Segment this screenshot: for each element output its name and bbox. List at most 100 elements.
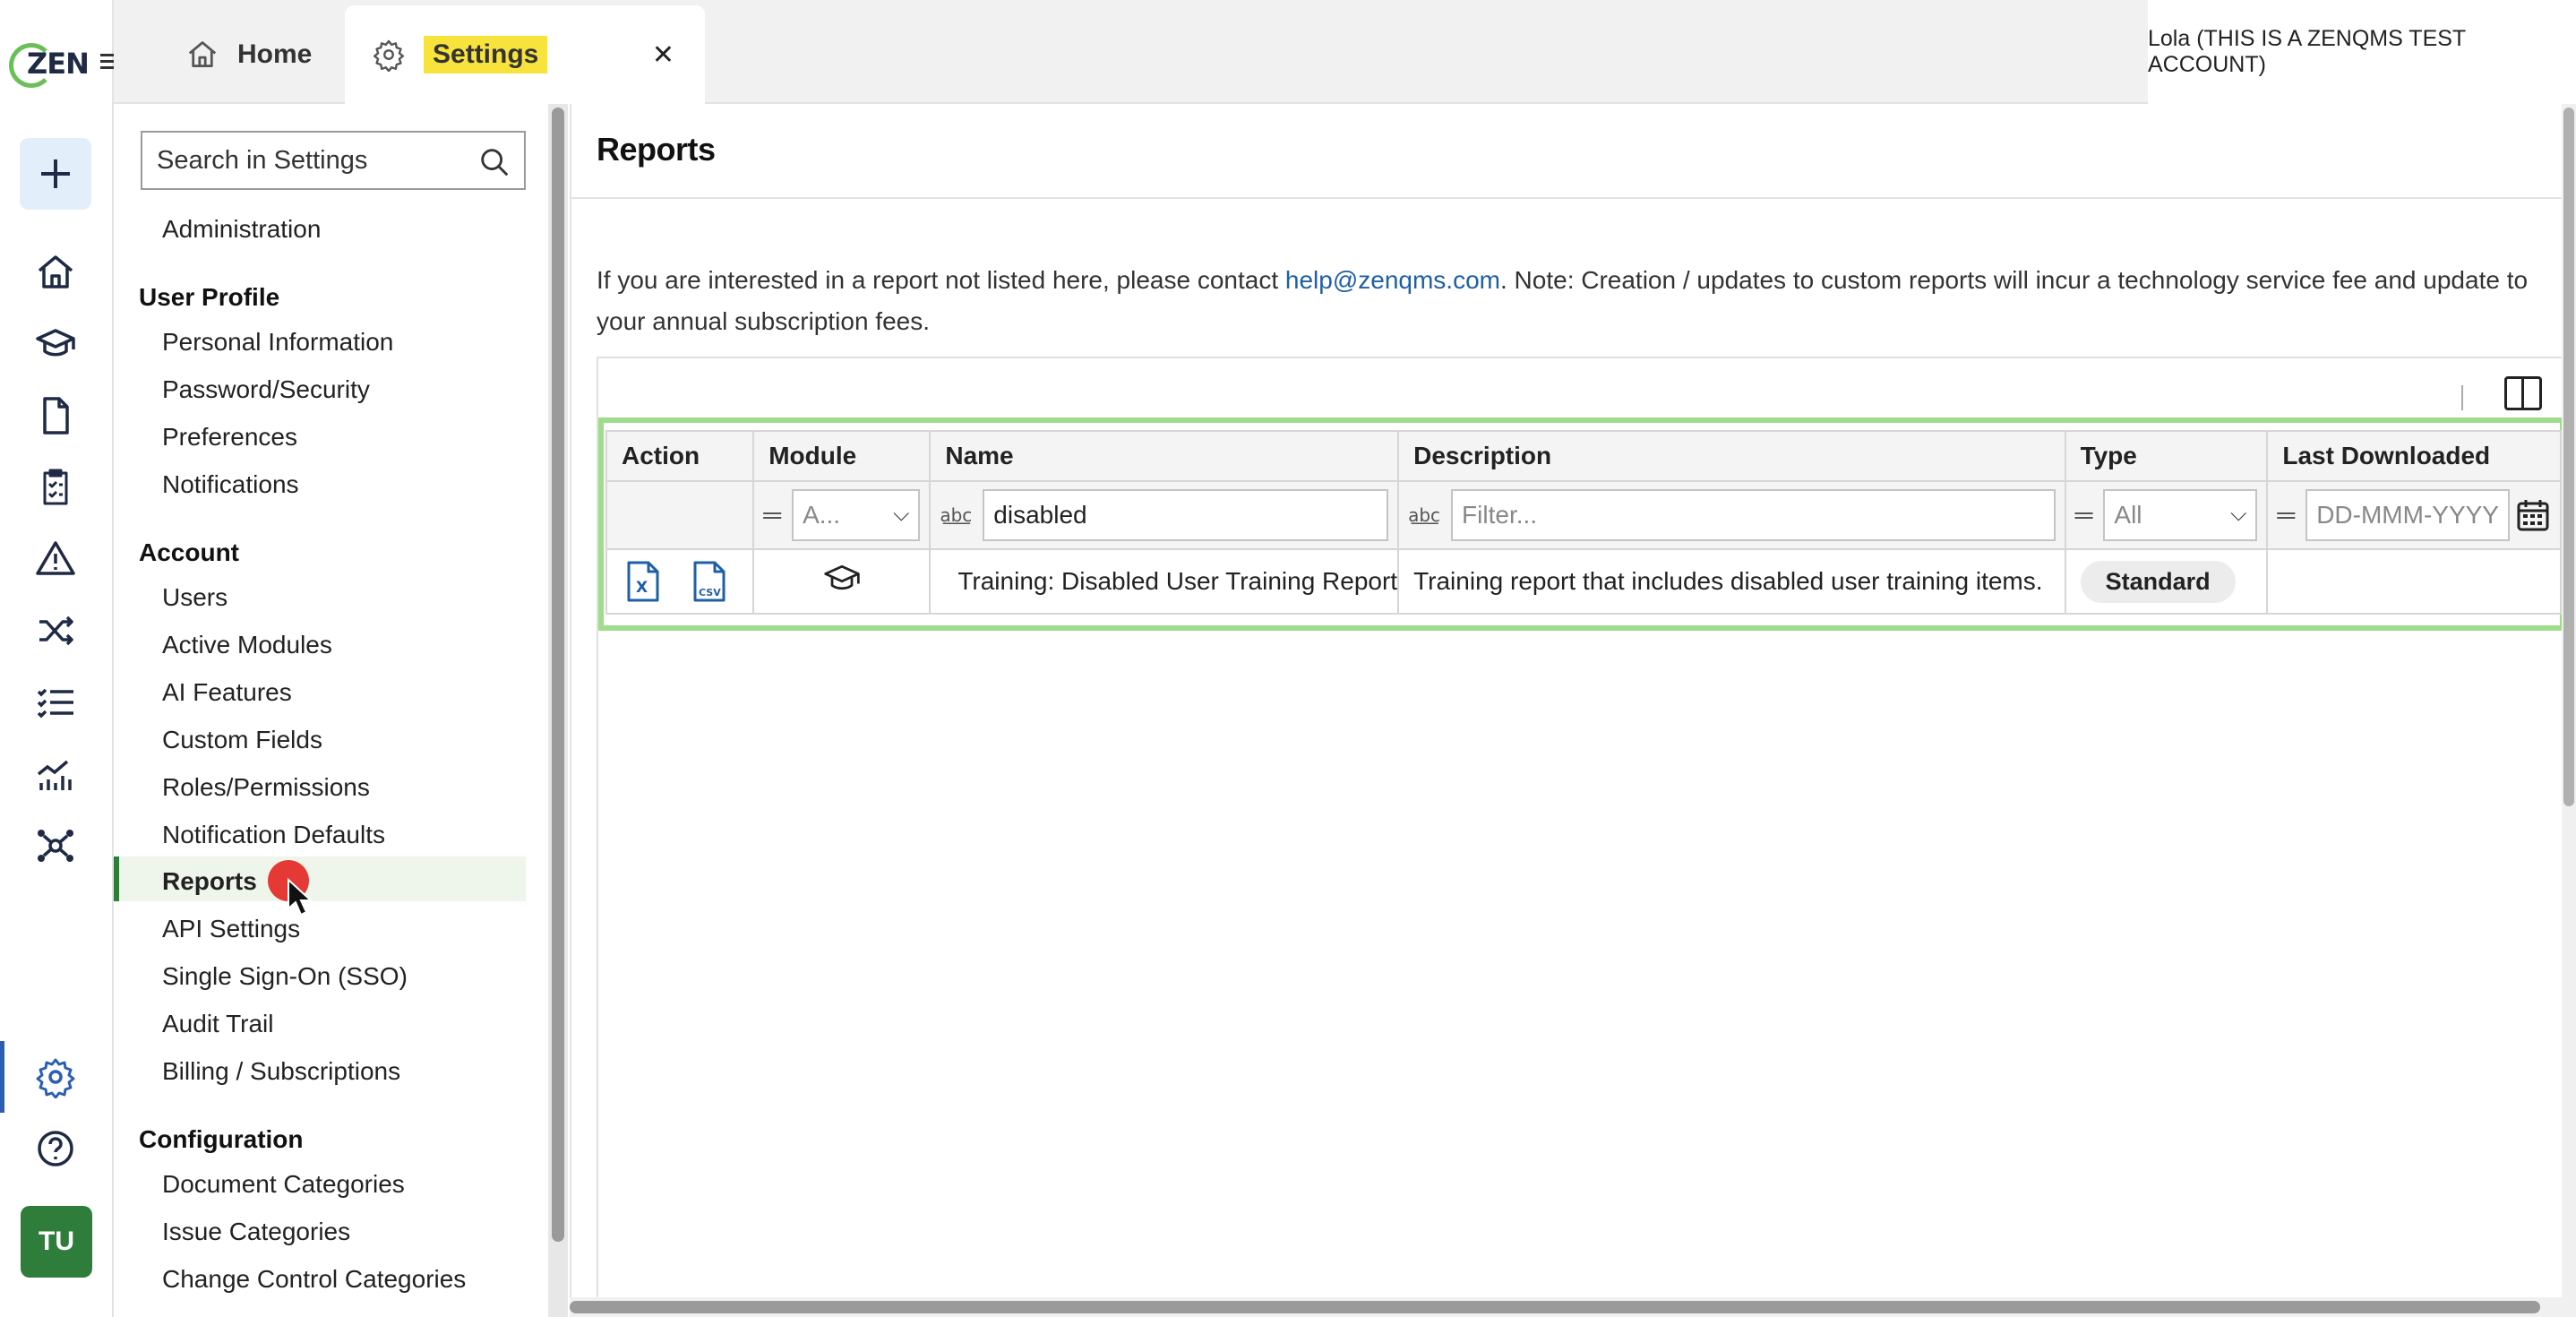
status-badge: Standard	[2080, 560, 2236, 603]
horizontal-scrollbar[interactable]	[570, 1297, 2563, 1317]
user-account-label[interactable]: Lola (THIS IS A ZENQMS TEST ACCOUNT)	[2148, 0, 2576, 104]
sidebar-item-audit-trail[interactable]: Audit Trail	[162, 1010, 274, 1038]
sidebar-heading-account: Account	[139, 538, 239, 566]
tab-home[interactable]: Home	[185, 5, 312, 104]
svg-text:X: X	[636, 579, 648, 597]
rail-integrations[interactable]	[20, 810, 91, 882]
close-icon[interactable]: ✕	[652, 39, 674, 71]
sidebar-item-administration[interactable]: Administration	[162, 215, 321, 244]
chart-icon	[37, 760, 72, 790]
row-description: Training report that includes disabled u…	[1397, 548, 2066, 615]
warning-icon	[36, 541, 75, 575]
filter-cell-action	[605, 480, 755, 550]
name-filter-input[interactable]: disabled	[983, 489, 1389, 541]
main-scrollbar[interactable]	[2562, 104, 2576, 1317]
sidebar-item-roles-permissions[interactable]: Roles/Permissions	[162, 773, 370, 802]
sidebar-scrollbar[interactable]	[548, 104, 568, 1317]
rail-analytics[interactable]	[20, 738, 91, 810]
rail-help[interactable]	[20, 1113, 91, 1184]
create-button[interactable]	[20, 138, 91, 210]
calendar-icon[interactable]	[2515, 497, 2551, 533]
sidebar-item-users[interactable]: Users	[162, 583, 228, 612]
settings-sidebar: Search in Settings Administration User P…	[114, 104, 551, 1317]
sidebar-item-notifications[interactable]: Notifications	[162, 470, 299, 499]
filter-cell-name: a͟b͟c disabled	[929, 480, 1400, 550]
column-header-description[interactable]: Description	[1397, 430, 2066, 482]
sidebar-item-change-control-categories[interactable]: Change Control Categories	[162, 1265, 466, 1294]
document-icon	[43, 397, 69, 435]
text-filter-icon: a͟b͟c	[940, 504, 973, 526]
gear-icon	[36, 1058, 75, 1098]
svg-text:CSV: CSV	[699, 587, 721, 598]
sidebar-item-api-settings[interactable]: API Settings	[162, 915, 300, 943]
column-header-name[interactable]: Name	[929, 430, 1400, 482]
module-filter-select[interactable]: A... ⌵	[792, 489, 921, 541]
rail-documents[interactable]	[20, 380, 91, 452]
table-row[interactable]: X CSV Training: Disabled User Training R…	[605, 548, 2562, 615]
csv-export-icon[interactable]: CSV	[691, 560, 727, 603]
rail-active-indicator	[0, 1041, 4, 1113]
row-type: Standard	[2064, 548, 2269, 615]
description-filter-input[interactable]: Filter...	[1451, 489, 2056, 541]
sidebar-item-password-security[interactable]: Password/Security	[162, 375, 370, 404]
sidebar-item-issue-categories[interactable]: Issue Categories	[162, 1218, 350, 1246]
graduation-cap-icon	[36, 329, 75, 357]
sidebar-item-reports[interactable]: Reports	[162, 867, 257, 896]
checklist-icon	[37, 688, 73, 719]
home-icon	[38, 255, 73, 288]
chevron-down-icon: ⌵	[2230, 502, 2247, 526]
zen-logo[interactable]: ZEN	[9, 39, 90, 90]
column-header-action[interactable]: Action	[605, 430, 755, 482]
sidebar-item-personal-information[interactable]: Personal Information	[162, 328, 393, 357]
rail-training[interactable]	[20, 308, 91, 380]
tab-settings-label: Settings	[424, 36, 548, 73]
tab-bar: Home Settings ✕ Lola (THIS IS A ZENQMS T…	[114, 0, 2576, 104]
filter-cell-description: a͟b͟c Filter...	[1397, 480, 2066, 550]
app-rail: ZEN TU	[0, 0, 120, 1317]
sidebar-item-sso[interactable]: Single Sign-On (SSO)	[162, 962, 408, 991]
row-module	[752, 548, 932, 615]
filter-cell-type: ═ All ⌵	[2064, 480, 2269, 550]
help-icon	[38, 1131, 73, 1166]
rail-home[interactable]	[20, 237, 91, 308]
sidebar-item-notification-defaults[interactable]: Notification Defaults	[162, 821, 385, 849]
home-icon	[188, 41, 217, 68]
column-header-last-downloaded[interactable]: Last Downloaded	[2266, 430, 2562, 482]
toolbar-separator	[2461, 385, 2463, 410]
sidebar-item-custom-fields[interactable]: Custom Fields	[162, 726, 322, 754]
columns-panel-icon[interactable]	[2504, 376, 2542, 410]
column-header-type[interactable]: Type	[2064, 430, 2269, 482]
chevron-down-icon: ⌵	[893, 502, 910, 526]
sidebar-item-preferences[interactable]: Preferences	[162, 423, 297, 452]
sidebar-heading-configuration: Configuration	[139, 1125, 304, 1153]
search-icon	[481, 149, 509, 176]
sidebar-item-document-categories[interactable]: Document Categories	[162, 1170, 405, 1199]
filter-cell-module: ═ A... ⌵	[752, 480, 932, 550]
date-filter-input[interactable]: DD-MMM-YYYY	[2306, 489, 2510, 541]
column-header-module[interactable]: Module	[752, 430, 932, 482]
equals-icon: ═	[2277, 501, 2296, 529]
plus-icon	[41, 159, 70, 188]
rail-checklists[interactable]	[20, 667, 91, 738]
graduation-cap-icon	[824, 564, 860, 590]
sidebar-item-ai-features[interactable]: AI Features	[162, 678, 292, 707]
rail-change-control[interactable]	[20, 595, 91, 667]
search-input[interactable]: Search in Settings	[141, 131, 526, 190]
avatar[interactable]: TU	[21, 1206, 92, 1278]
tab-home-label: Home	[237, 39, 313, 69]
shuffle-icon	[39, 615, 73, 646]
tab-settings[interactable]: Settings ✕	[345, 5, 705, 104]
row-name[interactable]: Training: Disabled User Training Report	[929, 548, 1400, 615]
sidebar-item-billing[interactable]: Billing / Subscriptions	[162, 1057, 400, 1086]
type-filter-select[interactable]: All ⌵	[2103, 489, 2258, 541]
support-email-link[interactable]: help@zenqms.com	[1285, 266, 1500, 294]
excel-export-icon[interactable]: X	[625, 560, 661, 603]
rail-settings[interactable]	[20, 1041, 91, 1113]
rail-issues[interactable]	[20, 523, 91, 595]
filter-cell-last-downloaded: ═ DD-MMM-YYYY	[2266, 480, 2562, 550]
sidebar-heading-user-profile: User Profile	[139, 283, 280, 311]
sidebar-item-active-modules[interactable]: Active Modules	[162, 631, 332, 659]
rail-tasks[interactable]	[20, 452, 91, 523]
search-placeholder: Search in Settings	[157, 145, 368, 175]
divider	[571, 197, 2565, 199]
